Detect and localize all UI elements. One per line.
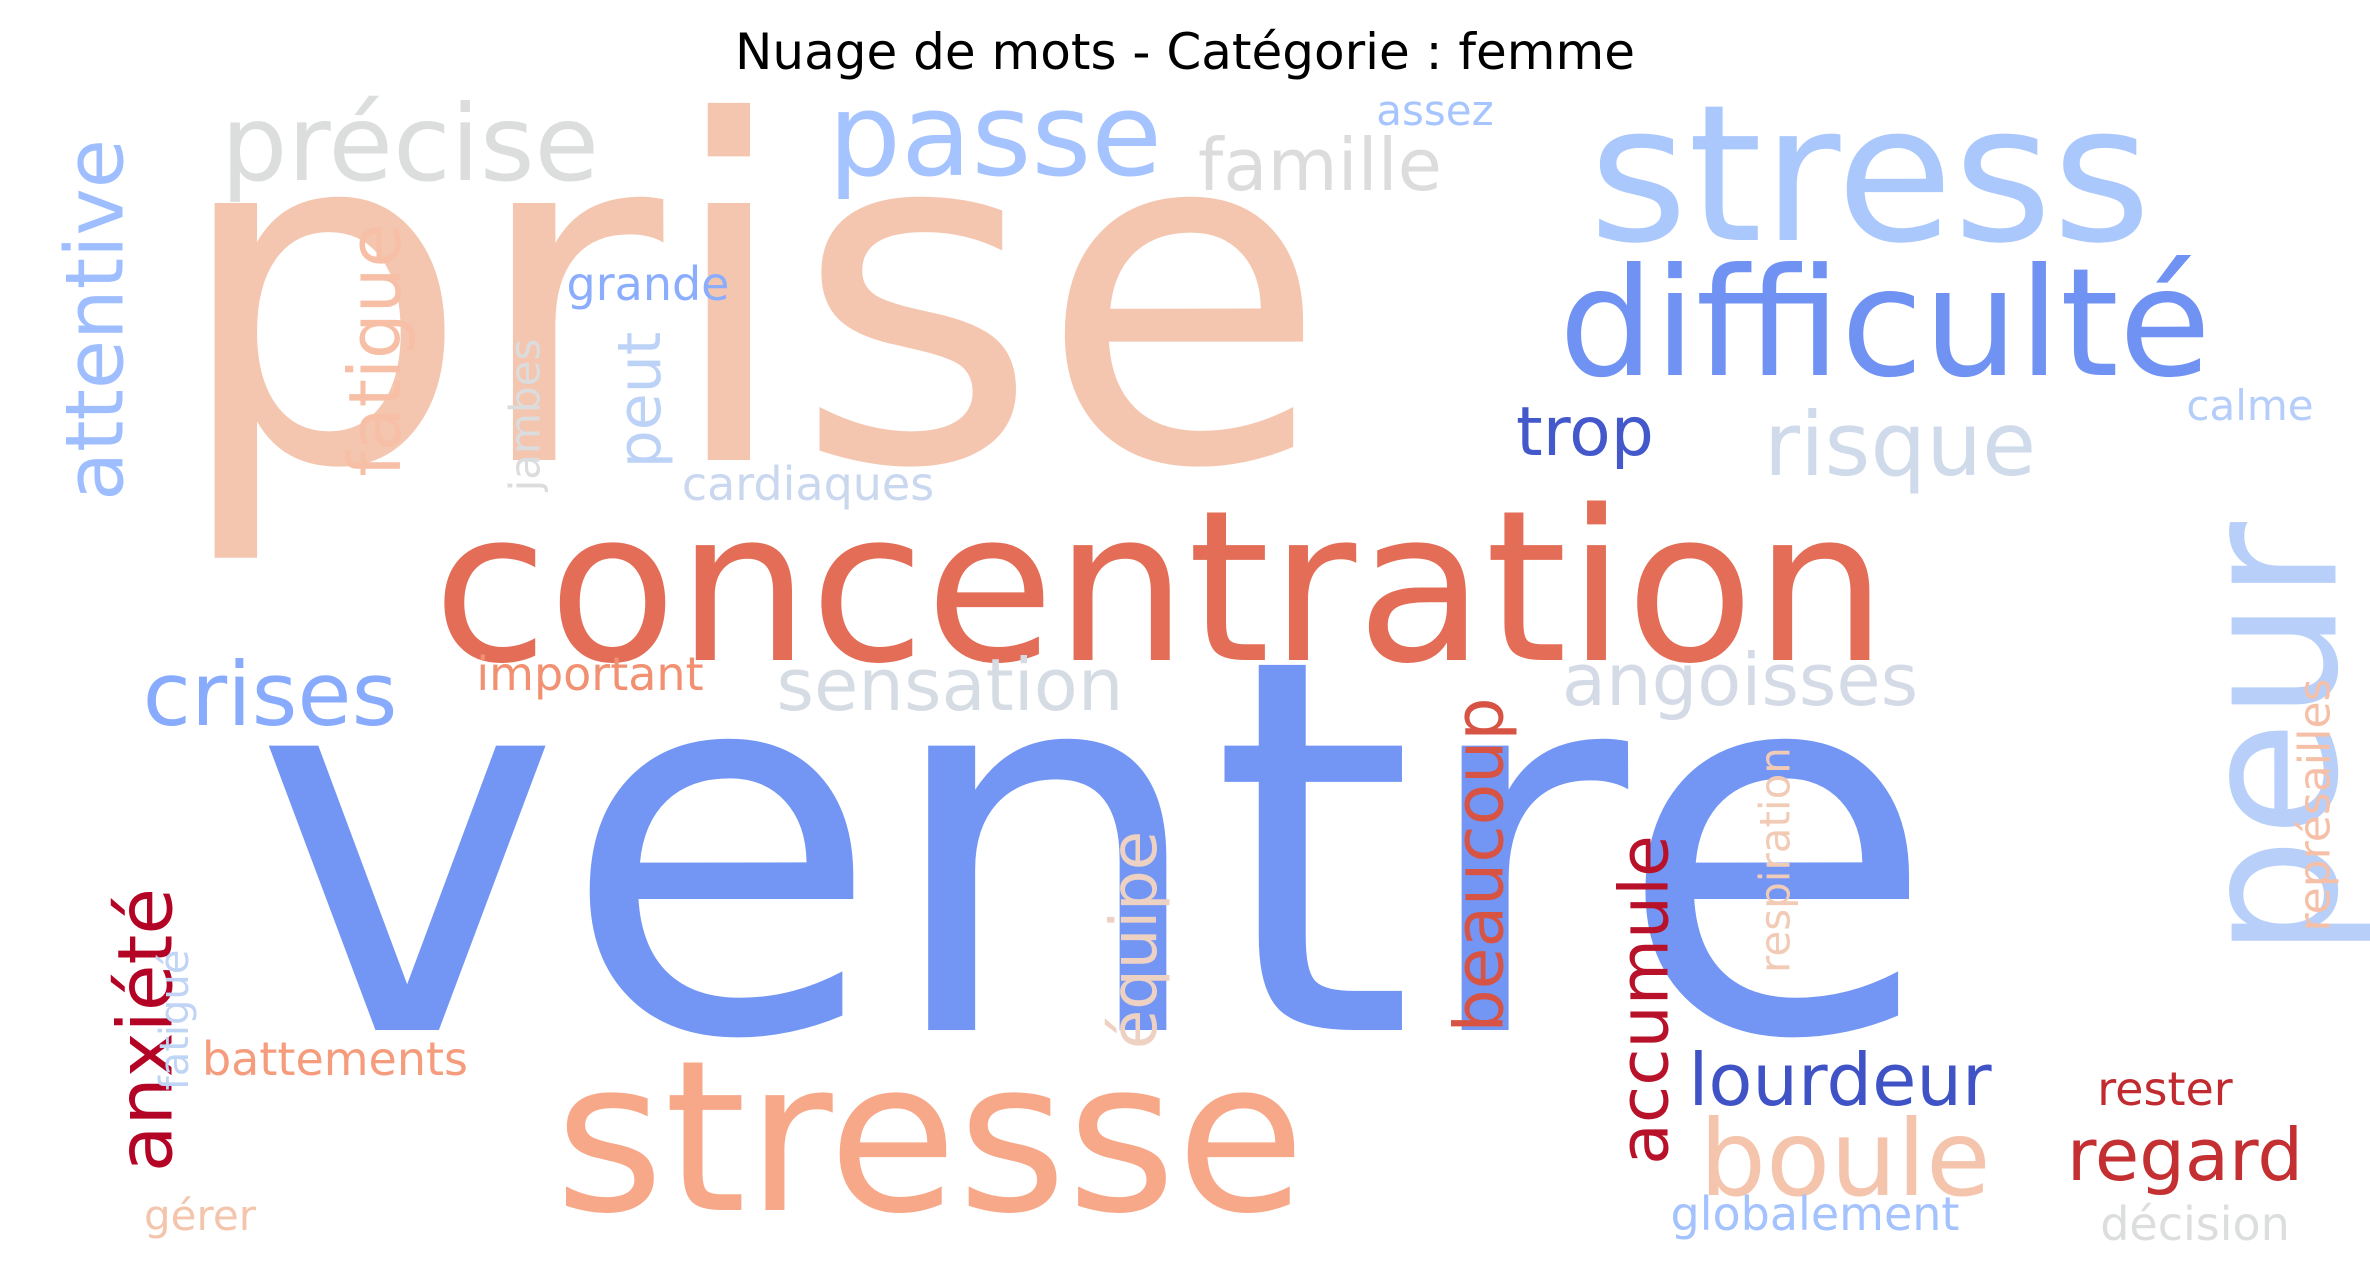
word-gerer: gérer [144, 1191, 257, 1240]
word-difficulte: difficulté [1559, 237, 2211, 411]
word-angoisses: angoisses [1562, 638, 1918, 722]
word-stresse: stresse [555, 1015, 1306, 1260]
word-respiration: respiration [1751, 747, 1800, 973]
word-fatigue: fatigue [333, 223, 417, 476]
word-jambes: jambes [501, 339, 550, 493]
word-fatigue: fatigué [152, 950, 198, 1091]
word-peut: peut [605, 332, 675, 469]
word-rester: rester [2097, 1062, 2233, 1116]
word-battements: battements [202, 1032, 468, 1086]
word-regard: regard [2067, 1113, 2303, 1197]
word-important: important [476, 647, 703, 701]
word-accumule: accumule [1606, 835, 1685, 1165]
word-equipe: équipe [1098, 831, 1172, 1049]
word-passe: passe [828, 69, 1162, 203]
word-assez: assez [1376, 86, 1493, 135]
word-risque: risque [1764, 393, 2036, 496]
word-attentive: attentive [49, 139, 142, 501]
word-famille: famille [1198, 123, 1442, 207]
word-crises: crises [143, 643, 398, 746]
word-decision: décision [2100, 1197, 2290, 1251]
word-trop: trop [1516, 393, 1654, 472]
word-represailles: représailles [2290, 679, 2341, 932]
word-precise: précise [221, 83, 599, 205]
word-sensation: sensation [777, 643, 1124, 727]
word-lourdeur: lourdeur [1688, 1038, 1992, 1122]
word-beaucoup: beaucoup [1441, 697, 1520, 1032]
word-cloud: ventrepriseconcentrationstressestresspeu… [49, 24, 2370, 1260]
word-grande: grande [567, 257, 730, 311]
word-globalement: globalement [1671, 1187, 1960, 1241]
word-cardiaques: cardiaques [682, 457, 934, 511]
word-calme: calme [2186, 381, 2313, 430]
